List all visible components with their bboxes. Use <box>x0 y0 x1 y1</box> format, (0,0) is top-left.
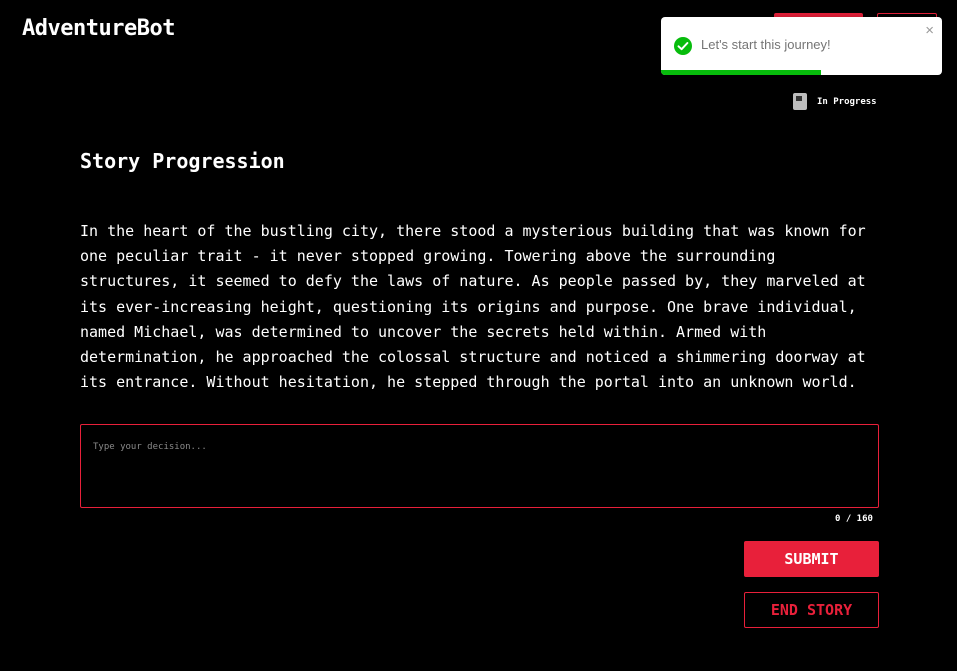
toast-notification: Let's start this journey! × <box>661 17 942 75</box>
close-icon[interactable]: × <box>925 23 934 38</box>
check-circle-icon <box>674 37 692 55</box>
decision-input[interactable] <box>81 425 878 507</box>
book-icon <box>793 93 807 110</box>
submit-button[interactable]: SUBMIT <box>744 541 879 577</box>
status-label: In Progress <box>817 96 877 107</box>
decision-field-container <box>80 424 879 508</box>
toast-message: Let's start this journey! <box>701 37 831 52</box>
char-counter: 0 / 160 <box>835 514 873 524</box>
status-indicator: In Progress <box>793 93 877 110</box>
app-title: AdventureBot <box>22 16 175 41</box>
story-text: In the heart of the bustling city, there… <box>80 222 866 392</box>
toast-progress-bar <box>661 70 822 75</box>
section-title: Story Progression <box>80 149 285 173</box>
end-story-button[interactable]: END STORY <box>744 592 879 628</box>
